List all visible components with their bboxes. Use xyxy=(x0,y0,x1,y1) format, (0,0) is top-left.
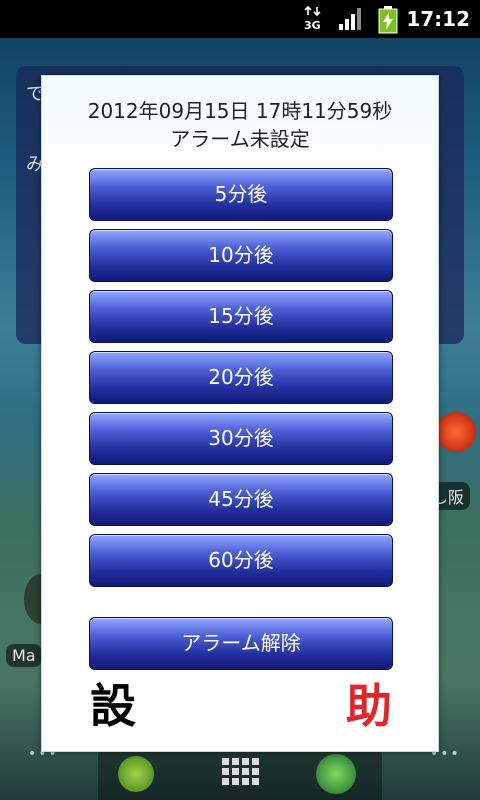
alarm-dialog: 2012年09月15日 17時11分59秒 アラーム未設定 5分後 10分後 1… xyxy=(41,75,439,752)
alarm-60min-button[interactable]: 60分後 xyxy=(89,534,393,587)
current-datetime: 2012年09月15日 17時11分59秒 xyxy=(87,99,393,123)
alarm-30min-button[interactable]: 30分後 xyxy=(89,412,393,465)
phone-icon[interactable] xyxy=(118,756,154,792)
status-bar: 3G 17:12 xyxy=(0,0,480,38)
signal-strength-icon xyxy=(338,6,364,36)
svg-text:3G: 3G xyxy=(304,19,321,32)
network-3g-icon: 3G xyxy=(303,5,325,36)
background-left-label: Ma xyxy=(6,644,42,667)
settings-kanji-button[interactable]: 設 xyxy=(90,676,136,736)
help-kanji-button[interactable]: 助 xyxy=(346,676,392,736)
alarm-20min-button[interactable]: 20分後 xyxy=(89,351,393,404)
browser-icon[interactable] xyxy=(316,754,356,794)
alarm-5min-button[interactable]: 5分後 xyxy=(89,168,393,221)
clock-time: 17:12 xyxy=(406,7,470,31)
alarm-15min-button[interactable]: 15分後 xyxy=(89,290,393,343)
background-red-icon xyxy=(436,412,476,452)
battery-charging-icon xyxy=(378,6,398,38)
alarm-45min-button[interactable]: 45分後 xyxy=(89,473,393,526)
alarm-10min-button[interactable]: 10分後 xyxy=(89,229,393,282)
app-drawer-icon[interactable] xyxy=(220,754,260,798)
dock xyxy=(98,748,382,800)
alarm-status: アラーム未設定 xyxy=(170,127,310,151)
cancel-alarm-button[interactable]: アラーム解除 xyxy=(89,617,393,670)
